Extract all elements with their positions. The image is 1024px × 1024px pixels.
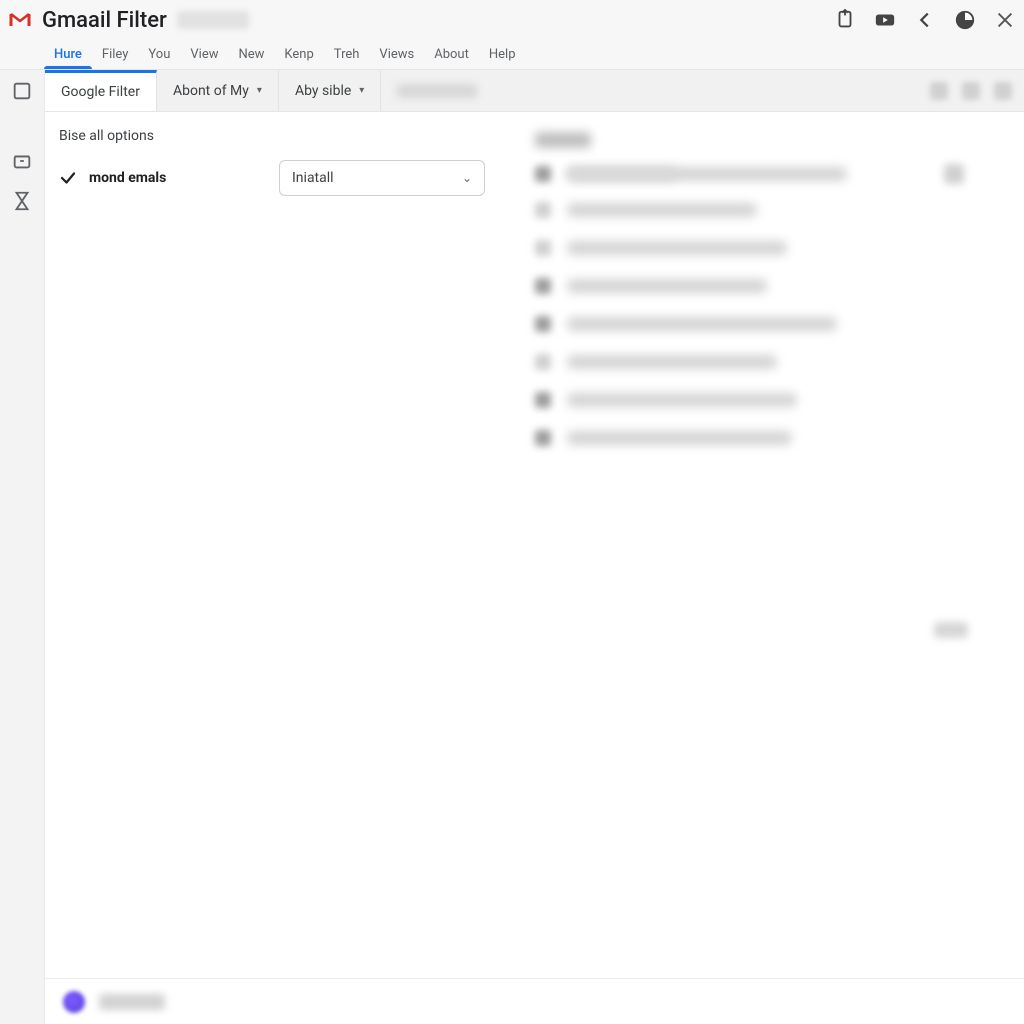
- text-placeholder: [567, 317, 837, 331]
- titlebar-actions: [834, 9, 1016, 31]
- video-icon[interactable]: [874, 9, 896, 31]
- tab-aby-sible[interactable]: Aby sible ▾: [279, 70, 381, 111]
- statusbar: [45, 978, 1024, 1024]
- tab-abont-of-my[interactable]: Abont of My ▾: [157, 70, 279, 111]
- text-placeholder: [567, 393, 797, 407]
- tab-label: Abont of My: [173, 83, 249, 99]
- list-item: [535, 278, 984, 294]
- tab-label: Aby sible: [295, 83, 351, 99]
- options-panel: Bise all options mond emals Iniatall ⌄: [45, 112, 515, 978]
- app-title: Gmaail Filter: [42, 8, 167, 33]
- text-placeholder: [567, 355, 777, 369]
- menu-you[interactable]: You: [138, 41, 180, 68]
- status-text-placeholder: [99, 994, 165, 1010]
- preview-panel: [515, 112, 1024, 978]
- preview-list: [535, 166, 984, 446]
- tab-google-filter[interactable]: Google Filter: [45, 70, 157, 111]
- checkbox-placeholder: [535, 430, 551, 446]
- chevron-down-icon: ▾: [359, 85, 364, 96]
- chevron-down-icon: ▾: [257, 85, 262, 96]
- rail-hourglass-icon[interactable]: [11, 190, 33, 212]
- checkbox-placeholder: [535, 278, 551, 294]
- menu-hure[interactable]: Hure: [44, 41, 92, 68]
- text-placeholder: [567, 279, 767, 293]
- list-item: [535, 430, 984, 446]
- text-placeholder: [567, 203, 757, 217]
- action-chip-2[interactable]: [962, 82, 980, 100]
- action-chip-1[interactable]: [930, 82, 948, 100]
- text-placeholder: [567, 241, 787, 255]
- menu-view[interactable]: View: [180, 41, 228, 68]
- list-item: [535, 316, 984, 332]
- preview-side-chip: [934, 622, 968, 638]
- status-indicator-icon[interactable]: [63, 991, 85, 1013]
- checkbox-placeholder: [535, 202, 551, 218]
- menu-filey[interactable]: Filey: [92, 41, 138, 68]
- action-chip-3[interactable]: [994, 82, 1012, 100]
- preview-heading-placeholder: [535, 132, 591, 148]
- list-item: [535, 392, 984, 408]
- section-title: Bise all options: [59, 128, 501, 144]
- text-placeholder: [567, 168, 677, 180]
- rail-archive-icon[interactable]: [11, 150, 33, 172]
- back-icon[interactable]: [914, 9, 936, 31]
- menu-kenp[interactable]: Kenp: [274, 41, 323, 68]
- option-label: mond emals: [89, 170, 166, 186]
- app-window: Gmaail Filter: [0, 0, 1024, 1024]
- close-icon[interactable]: [994, 9, 1016, 31]
- text-placeholder: [567, 431, 792, 445]
- tab-placeholder[interactable]: [381, 70, 493, 111]
- check-icon: [59, 169, 77, 187]
- chevron-down-icon: ⌄: [462, 171, 472, 185]
- body: Bise all options mond emals Iniatall ⌄: [45, 112, 1024, 978]
- tab-blur-placeholder: [397, 84, 477, 98]
- app-subtitle-placeholder: [177, 11, 249, 29]
- tabstrip-actions: [930, 70, 1024, 111]
- gmail-logo-icon: [8, 8, 32, 32]
- menubar: Hure Filey You View New Kenp Treh Views …: [0, 40, 1024, 70]
- menu-treh[interactable]: Treh: [324, 41, 370, 68]
- list-item: [535, 354, 984, 370]
- content: Google Filter Abont of My ▾ Aby sible ▾: [44, 70, 1024, 1024]
- checkbox-placeholder: [535, 316, 551, 332]
- main-area: Google Filter Abont of My ▾ Aby sible ▾: [0, 70, 1024, 1024]
- list-item: [535, 202, 984, 218]
- tab-label: Google Filter: [61, 84, 140, 100]
- checkbox-placeholder: [535, 392, 551, 408]
- rail-inbox-icon[interactable]: [11, 80, 33, 102]
- share-icon[interactable]: [834, 9, 856, 31]
- option-select[interactable]: Iniatall ⌄: [279, 160, 485, 196]
- select-value: Iniatall: [292, 170, 334, 186]
- tabstrip: Google Filter Abont of My ▾ Aby sible ▾: [45, 70, 1024, 112]
- checkbox-placeholder: [535, 240, 551, 256]
- titlebar: Gmaail Filter: [0, 0, 1024, 40]
- option-row-mond-emails: mond emals Iniatall ⌄: [59, 160, 501, 196]
- menu-about[interactable]: About: [424, 41, 479, 68]
- menu-help[interactable]: Help: [479, 41, 526, 68]
- preview-top-chip: [944, 164, 964, 184]
- left-rail: [0, 70, 44, 1024]
- checkbox-placeholder: [535, 166, 551, 182]
- checkbox-placeholder: [535, 354, 551, 370]
- menu-views[interactable]: Views: [369, 41, 424, 68]
- account-icon[interactable]: [954, 9, 976, 31]
- list-item: [535, 240, 984, 256]
- menu-new[interactable]: New: [228, 41, 274, 68]
